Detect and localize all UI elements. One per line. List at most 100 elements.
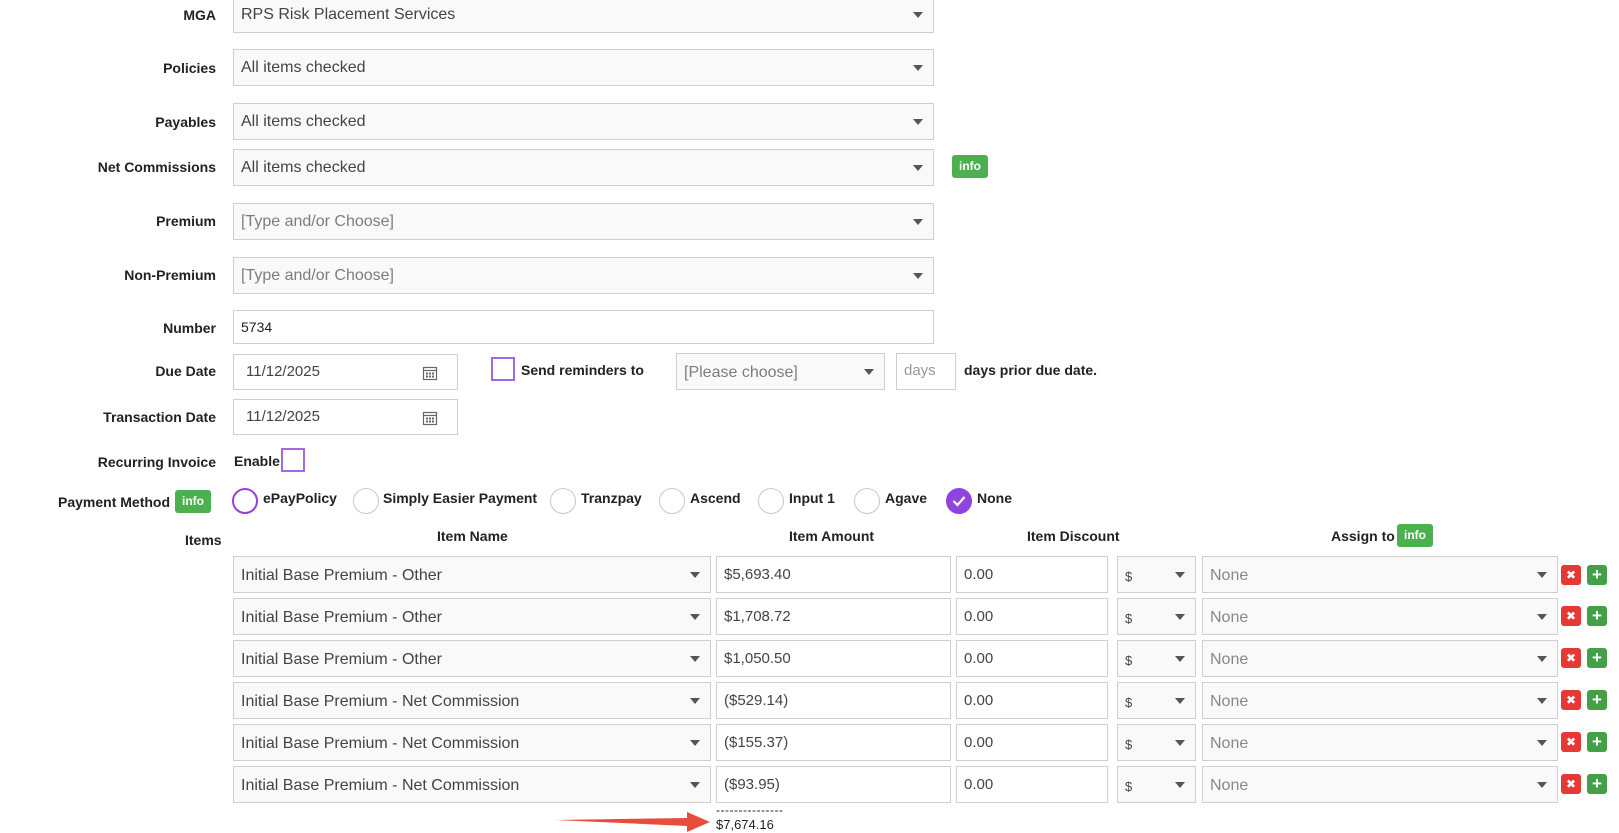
chevron-down-icon [913,165,923,171]
item-name-value: Initial Base Premium - Other [241,609,442,626]
item-name-select[interactable]: Initial Base Premium - Net Commission [233,766,711,803]
chevron-down-icon [913,219,923,225]
discount-unit-select[interactable]: $ [1117,556,1196,593]
enable-label: Enable [234,453,280,469]
item-amount-input[interactable]: $1,708.72 [716,598,951,635]
chevron-down-icon [690,782,700,788]
item-discount-header: Item Discount [1027,528,1120,544]
assign-to-header: Assign to [1331,528,1395,544]
chevron-down-icon [1175,782,1185,788]
delete-row-button[interactable]: ✖ [1561,565,1581,585]
item-name-select[interactable]: Initial Base Premium - Other [233,640,711,677]
item-name-select[interactable]: Initial Base Premium - Other [233,556,711,593]
mga-select[interactable]: RPS Risk Placement Services [233,0,934,33]
recurring-invoice-label: Recurring Invoice [97,454,216,470]
item-amount-input[interactable]: ($155.37) [716,724,951,761]
discount-unit-select[interactable]: $ [1117,766,1196,803]
add-row-button[interactable]: + [1587,648,1607,668]
radio-epaypolicy[interactable] [232,488,258,514]
radio-input-1[interactable] [758,488,784,514]
radio-agave[interactable] [854,488,880,514]
payables-select[interactable]: All items checked [233,103,934,140]
net-commissions-info-button[interactable]: info [952,155,988,178]
radio-none[interactable] [946,488,972,514]
discount-unit-select[interactable]: $ [1117,598,1196,635]
item-amount-input[interactable]: $5,693.40 [716,556,951,593]
recurring-enable-checkbox[interactable] [281,448,305,472]
radio-label-ascend: Ascend [690,490,741,506]
delete-row-button[interactable]: ✖ [1561,606,1581,626]
item-name-select[interactable]: Initial Base Premium - Net Commission [233,724,711,761]
mga-value: RPS Risk Placement Services [241,6,456,23]
send-reminders-checkbox[interactable] [491,357,515,381]
item-amount-input[interactable]: ($529.14) [716,682,951,719]
assign-to-info-button[interactable]: info [1397,524,1433,547]
radio-ascend[interactable] [659,488,685,514]
add-row-button[interactable]: + [1587,732,1607,752]
item-name-value: Initial Base Premium - Net Commission [241,693,520,710]
payment-method-info-button[interactable]: info [175,490,211,513]
add-row-button[interactable]: + [1587,774,1607,794]
assign-to-select[interactable]: None [1202,724,1558,761]
assign-to-select[interactable]: None [1202,682,1558,719]
chevron-down-icon [690,698,700,704]
discount-unit-select[interactable]: $ [1117,724,1196,761]
premium-placeholder: [Type and/or Choose] [241,213,394,230]
chevron-down-icon [864,369,874,375]
chevron-down-icon [690,656,700,662]
premium-select[interactable]: [Type and/or Choose] [233,203,934,240]
assign-to-value: None [1210,567,1249,584]
chevron-down-icon [913,65,923,71]
delete-row-button[interactable]: ✖ [1561,732,1581,752]
chevron-down-icon [913,273,923,279]
assign-to-value: None [1210,735,1249,752]
radio-tranzpay[interactable] [550,488,576,514]
due-date-input[interactable]: 11/12/2025 [233,354,458,390]
radio-label-input-1: Input 1 [789,490,835,506]
item-discount-input[interactable]: 0.00 [956,556,1108,593]
net-commissions-select[interactable]: All items checked [233,149,934,186]
radio-label-simply-easier-payment: Simply Easier Payment [383,490,538,506]
reminders-recipient-select[interactable]: [Please choose] [676,353,885,390]
delete-row-button[interactable]: ✖ [1561,774,1581,794]
discount-unit-select[interactable]: $ [1117,682,1196,719]
item-discount-input[interactable]: 0.00 [956,682,1108,719]
policies-value: All items checked [241,59,366,76]
item-discount-input[interactable]: 0.00 [956,640,1108,677]
radio-label-epaypolicy: ePayPolicy [263,490,337,506]
radio-simply-easier-payment[interactable] [353,488,379,514]
item-name-select[interactable]: Initial Base Premium - Net Commission [233,682,711,719]
delete-row-button[interactable]: ✖ [1561,690,1581,710]
item-amount-input[interactable]: ($93.95) [716,766,951,803]
reminder-days-input[interactable]: days [896,353,956,390]
non-premium-select[interactable]: [Type and/or Choose] [233,257,934,294]
number-input[interactable]: 5734 [233,310,934,344]
add-row-button[interactable]: + [1587,606,1607,626]
assign-to-select[interactable]: None [1202,640,1558,677]
delete-row-button[interactable]: ✖ [1561,648,1581,668]
red-arrow-annotation [555,812,710,832]
add-row-button[interactable]: + [1587,690,1607,710]
item-amount-input[interactable]: $1,050.50 [716,640,951,677]
item-discount-input[interactable]: 0.00 [956,766,1108,803]
calendar-icon[interactable] [422,410,438,426]
policies-select[interactable]: All items checked [233,49,934,86]
assign-to-select[interactable]: None [1202,556,1558,593]
item-name-select[interactable]: Initial Base Premium - Other [233,598,711,635]
assign-to-select[interactable]: None [1202,766,1558,803]
item-discount-input[interactable]: 0.00 [956,598,1108,635]
chevron-down-icon [690,572,700,578]
calendar-icon[interactable] [422,365,438,381]
discount-unit-select[interactable]: $ [1117,640,1196,677]
mga-label: MGA [183,7,216,23]
radio-label-none: None [977,490,1012,506]
item-discount-input[interactable]: 0.00 [956,724,1108,761]
radio-label-agave: Agave [885,490,928,506]
add-row-button[interactable]: + [1587,565,1607,585]
item-name-value: Initial Base Premium - Net Commission [241,735,520,752]
discount-unit-value: $ [1125,653,1133,668]
transaction-date-input[interactable]: 11/12/2025 [233,399,458,435]
chevron-down-icon [1537,572,1547,578]
non-premium-placeholder: [Type and/or Choose] [241,267,394,284]
assign-to-select[interactable]: None [1202,598,1558,635]
